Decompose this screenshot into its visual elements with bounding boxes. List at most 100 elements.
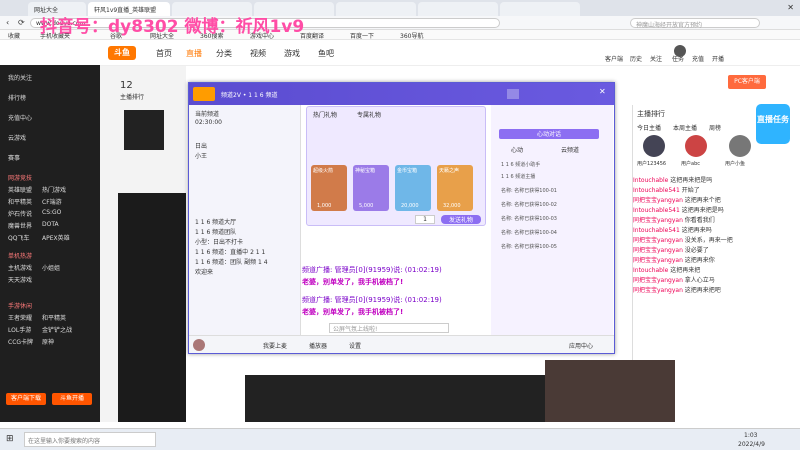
- category-item[interactable]: 和平精英: [8, 197, 32, 206]
- send-gift-button[interactable]: 发送礼物: [441, 215, 481, 224]
- nav-video[interactable]: 视频: [250, 48, 266, 59]
- refresh-icon[interactable]: ⟳: [18, 18, 25, 27]
- task-badge[interactable]: 直播任务: [756, 104, 790, 144]
- category-item[interactable]: 和平精英: [42, 313, 66, 322]
- sidebar-item-rank[interactable]: 排行榜: [8, 93, 26, 102]
- chat-user[interactable]: 同把宝宝yangyan: [633, 277, 683, 284]
- nav-game[interactable]: 游戏: [284, 48, 300, 59]
- avatar[interactable]: [674, 45, 686, 57]
- download-client-button[interactable]: 客户端下载: [6, 393, 46, 405]
- home-icon[interactable]: [507, 89, 519, 99]
- tree-item[interactable]: 1 1 6 频道大厅: [195, 217, 236, 226]
- taskbar-search[interactable]: 在这里输入你要搜索的内容: [24, 432, 156, 447]
- avatar[interactable]: [643, 135, 665, 157]
- category-item[interactable]: 英雄联盟: [8, 185, 32, 194]
- recharge-link[interactable]: 充值: [692, 54, 704, 63]
- category-item[interactable]: 原神: [42, 337, 54, 346]
- chat-input[interactable]: 公屏气氛上线啦!: [329, 323, 449, 333]
- tree-item[interactable]: 1 1 6 频道：直播中 2 1 1: [195, 247, 265, 256]
- nav-yuba[interactable]: 鱼吧: [318, 48, 334, 59]
- avatar[interactable]: [685, 135, 707, 157]
- category-item[interactable]: 金铲铲之战: [42, 325, 72, 334]
- search-input[interactable]: 神魔山海经开放官方预约: [630, 18, 760, 29]
- gift-card[interactable]: 天籁之声 32,000: [437, 165, 473, 211]
- camera-strip: [245, 375, 545, 422]
- avatar[interactable]: [193, 339, 205, 351]
- bookmark[interactable]: 百度一下: [350, 31, 374, 40]
- gift-card[interactable]: 超级火箭 1,000: [311, 165, 347, 211]
- tab-5[interactable]: [336, 2, 416, 16]
- chat-user[interactable]: Intouchable541: [633, 187, 680, 194]
- gift-tab-exclusive[interactable]: 专属礼物: [357, 110, 381, 119]
- follow-link[interactable]: 关注: [650, 54, 662, 63]
- category-item[interactable]: LOL手游: [8, 325, 31, 334]
- nav-live[interactable]: 直播: [186, 48, 202, 59]
- sidebar-item-recharge[interactable]: 充值中心: [8, 113, 32, 122]
- rank-tab-weekrank[interactable]: 周榜: [709, 123, 721, 132]
- gift-tab-hot[interactable]: 热门礼物: [313, 110, 337, 119]
- tree-item[interactable]: 小型：日出不打卡: [195, 237, 243, 246]
- chat-user[interactable]: 同把宝宝yangyan: [633, 247, 683, 254]
- tree-item[interactable]: 欢迎来: [195, 267, 213, 276]
- nav-category[interactable]: 分类: [216, 48, 232, 59]
- sidebar-item-follow[interactable]: 我的关注: [8, 73, 32, 82]
- category-item[interactable]: CS:GO: [42, 209, 61, 216]
- bookmark[interactable]: 收藏: [8, 31, 20, 40]
- rank-tab-today[interactable]: 今日主播: [637, 123, 661, 132]
- chat-user[interactable]: 同把宝宝yangyan: [633, 197, 683, 204]
- gift-card[interactable]: 金币宝箱 20,000: [395, 165, 431, 211]
- gift-card[interactable]: 神秘宝箱 5,000: [353, 165, 389, 211]
- tree-item[interactable]: 1 1 6 频道团队: [195, 227, 236, 236]
- app-center-button[interactable]: 应用中心: [569, 341, 593, 350]
- category-item[interactable]: 天天游戏: [8, 275, 32, 284]
- windows-start-icon[interactable]: ⊞: [6, 434, 14, 444]
- right-tab-heart[interactable]: 心动: [511, 145, 523, 154]
- sidebar-item-event[interactable]: 赛事: [8, 153, 20, 162]
- tab-6[interactable]: [418, 2, 498, 16]
- sidebar-item-cloud[interactable]: 云游戏: [8, 133, 26, 142]
- gift-qty-input[interactable]: 1: [415, 215, 435, 224]
- taskbar: ⊞ 在这里输入你要搜索的内容 1:03 2022/4/9: [0, 428, 800, 450]
- mic-button[interactable]: 我要上麦: [263, 341, 287, 350]
- chat-user[interactable]: Intouchable: [633, 267, 668, 274]
- player-button[interactable]: 播放器: [309, 341, 327, 350]
- chat-user[interactable]: Intouchable: [633, 177, 668, 184]
- chat-user[interactable]: 同把宝宝yangyan: [633, 257, 683, 264]
- start-broadcast-button[interactable]: 斗鱼开播: [52, 393, 92, 405]
- settings-button[interactable]: 设置: [349, 341, 361, 350]
- category-item[interactable]: CF端游: [42, 197, 62, 206]
- back-icon[interactable]: ‹: [6, 18, 9, 27]
- category-item[interactable]: 小姐姐: [42, 263, 60, 272]
- category-item[interactable]: 王者荣耀: [8, 313, 32, 322]
- category-item[interactable]: 热门游戏: [42, 185, 66, 194]
- chat-user[interactable]: Intouchable541: [633, 227, 680, 234]
- category-item[interactable]: QQ飞车: [8, 233, 29, 242]
- chat-user[interactable]: 同把宝宝yangyan: [633, 217, 683, 224]
- chat-user[interactable]: Intouchable541: [633, 207, 680, 214]
- chat-user[interactable]: 同把宝宝yangyan: [633, 287, 683, 294]
- close-icon[interactable]: ✕: [599, 87, 606, 96]
- client-link[interactable]: 客户端: [605, 54, 623, 63]
- chat-user[interactable]: 同把宝宝yangyan: [633, 237, 683, 244]
- category-item[interactable]: CCG卡牌: [8, 337, 33, 346]
- rank-tab-week[interactable]: 本周主播: [673, 123, 697, 132]
- broadcast-link[interactable]: 开播: [712, 54, 724, 63]
- history-link[interactable]: 历史: [630, 54, 642, 63]
- close-icon[interactable]: ✕: [787, 3, 794, 12]
- tree-item[interactable]: 1 1 6 频道：团队 副频 1 4: [195, 257, 268, 266]
- right-tab-cloud[interactable]: 云频道: [561, 145, 579, 154]
- category-item[interactable]: DOTA: [42, 221, 59, 228]
- nav-home[interactable]: 首页: [156, 48, 172, 59]
- category-item[interactable]: 主机游戏: [8, 263, 32, 272]
- tree-item[interactable]: 日出: [195, 141, 207, 150]
- category-item[interactable]: 炉石传说: [8, 209, 32, 218]
- category-item[interactable]: 魔兽世界: [8, 221, 32, 230]
- douyu-logo[interactable]: 斗鱼: [108, 46, 136, 60]
- tree-item[interactable]: 小王: [195, 151, 207, 160]
- bookmark[interactable]: 360导航: [400, 31, 423, 40]
- video-player[interactable]: [118, 193, 186, 422]
- avatar[interactable]: [729, 135, 751, 157]
- pc-client-button[interactable]: PC客户端: [728, 75, 766, 89]
- tab-7[interactable]: [500, 2, 580, 16]
- category-item[interactable]: APEX英雄: [42, 233, 70, 242]
